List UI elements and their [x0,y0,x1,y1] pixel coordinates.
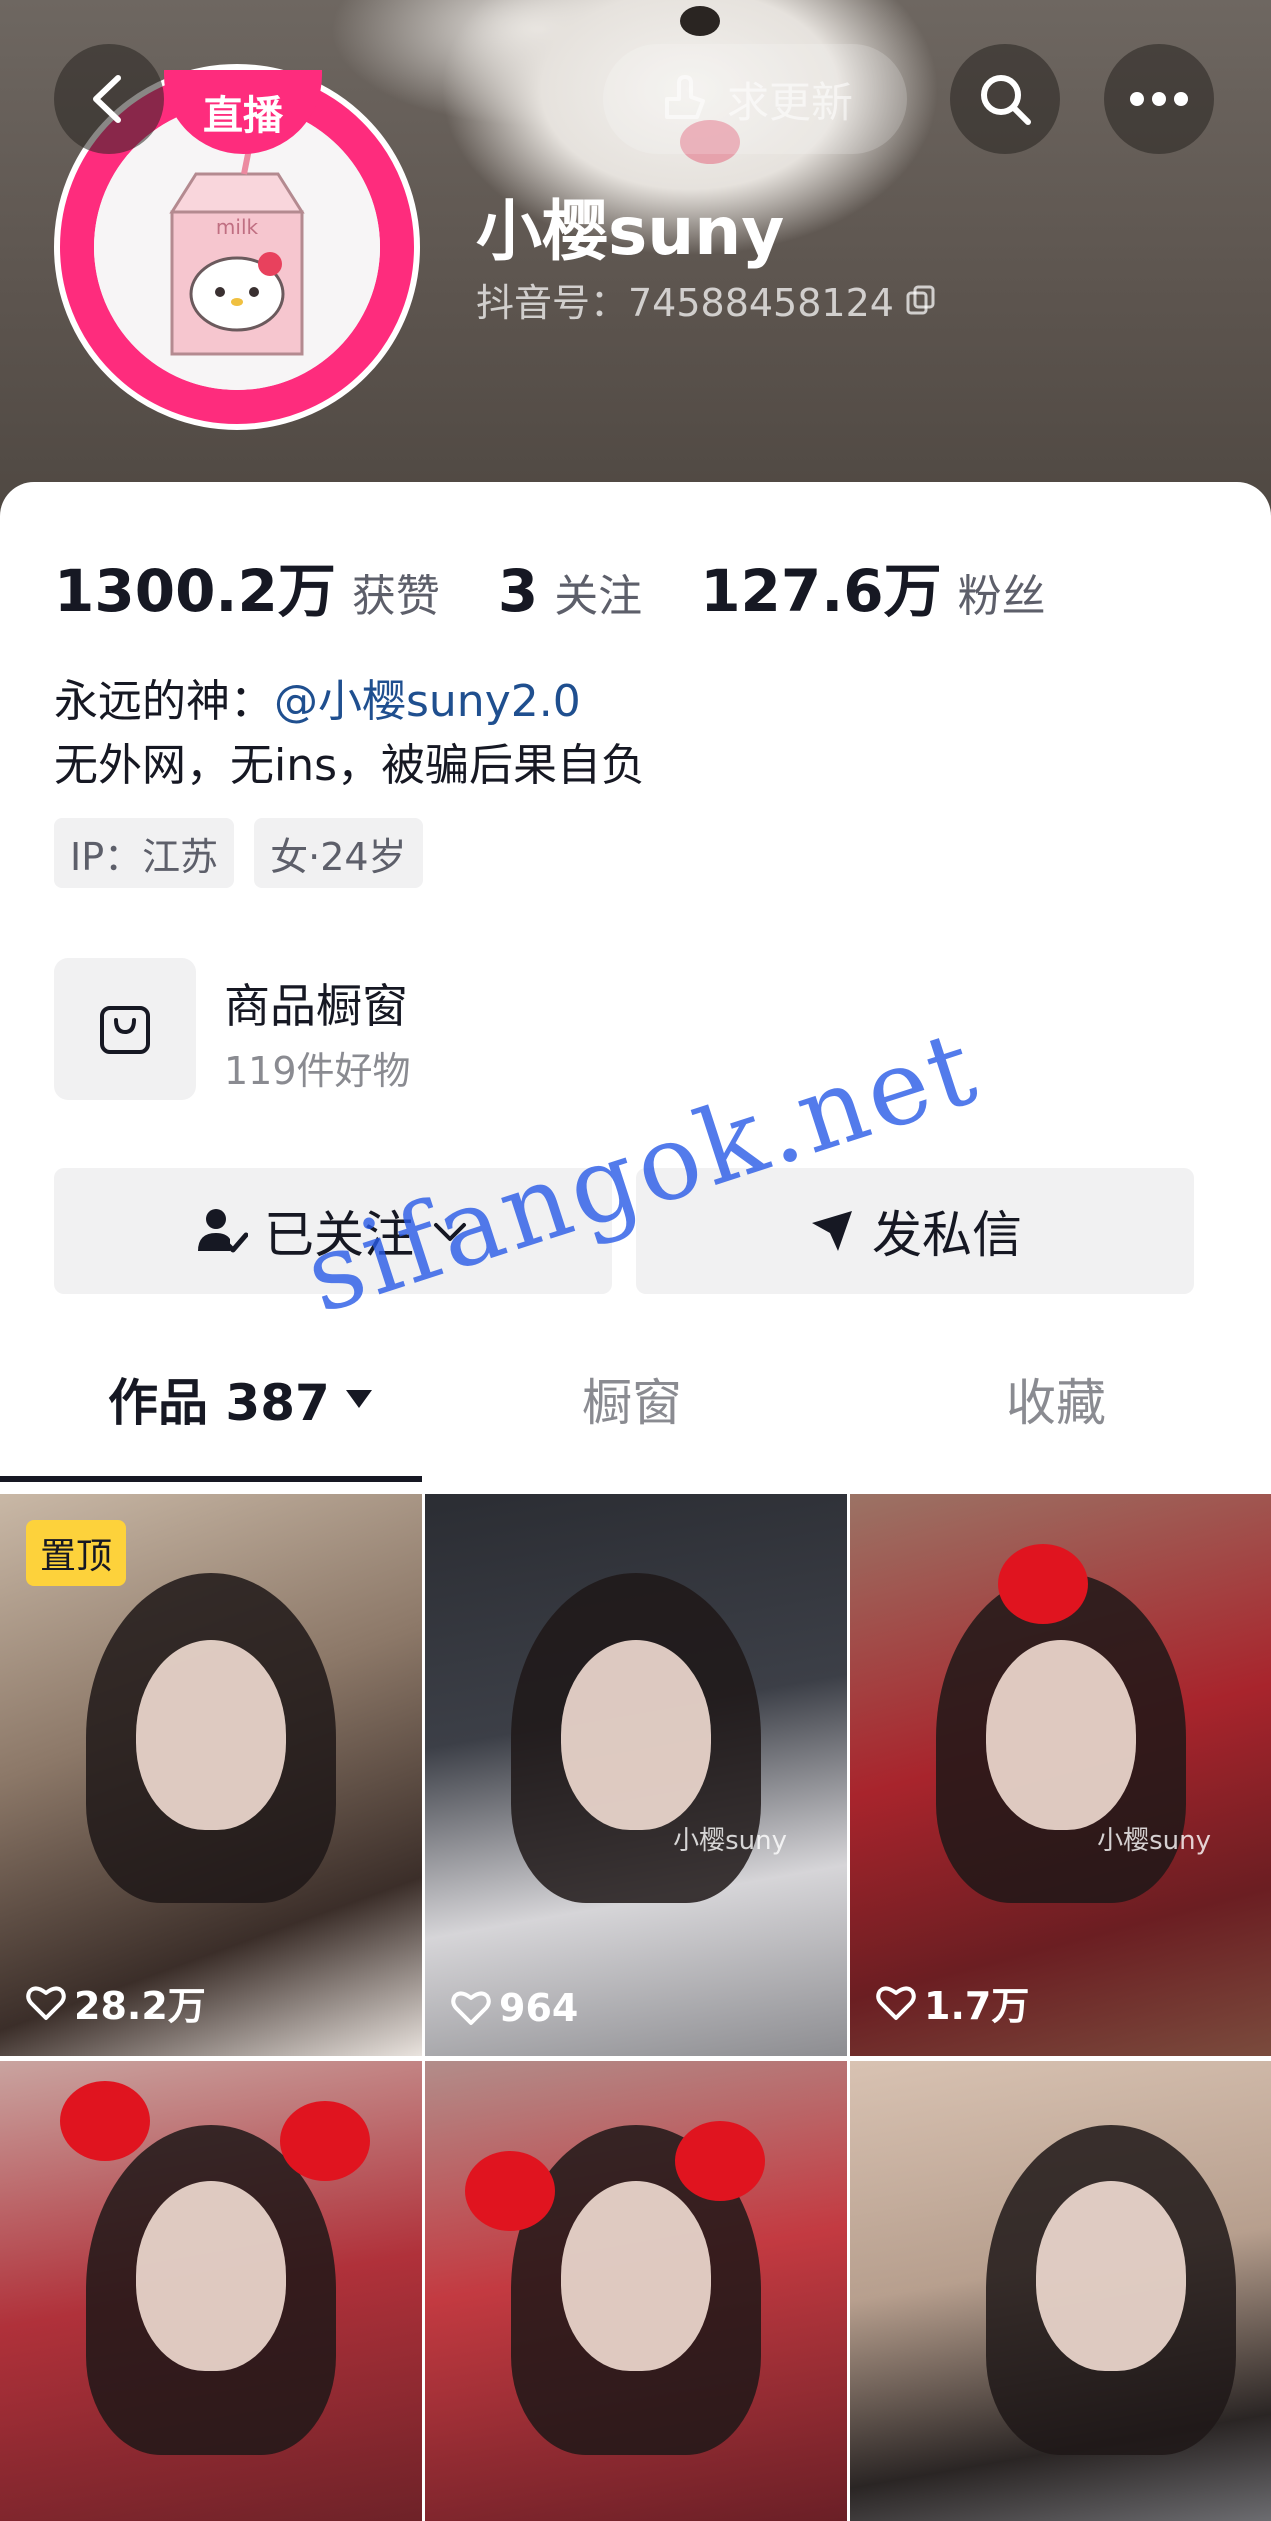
video-likes-count: 28.2万 [74,1984,206,2028]
video-tile[interactable]: 小樱suny 1.7万 [850,1494,1271,2056]
thumbnail-figure [675,2121,765,2201]
video-caption: 小樱suny [673,1825,787,1856]
stats-row: 1300.2万 获赞 3 关注 127.6万 粉丝 [54,544,1046,628]
heart-icon [26,1985,66,2020]
thumbnail-figure [280,2101,370,2181]
thumbnail-figure [561,2180,711,2371]
followers-label: 粉丝 [957,571,1046,622]
video-tile[interactable]: 小樱suny 964 [425,1494,847,2056]
thumbnail-figure [136,2180,286,2371]
chevron-left-icon [93,75,121,123]
likes-count[interactable]: 1300.2万 [54,544,336,628]
request-update-button[interactable]: 求更新 [603,44,907,154]
shop-window-count: 119件好物 [224,1049,411,1093]
video-tile[interactable] [425,2061,847,2521]
douyin-id: 抖音号：74588458124 [476,272,938,327]
following-count[interactable]: 3 [498,557,538,625]
tab-works-label: 作品 387 [108,1374,330,1432]
banner-photo-detail [680,6,720,36]
user-check-icon [198,1209,248,1253]
profile-tags: IP：江苏 女·24岁 [54,818,423,888]
thumbnail-figure [561,1640,711,1831]
caret-down-icon [345,1390,372,1408]
tab-works[interactable]: 作品 387 [108,1344,376,1454]
send-icon [812,1211,852,1251]
video-tile[interactable] [850,2061,1271,2521]
video-tile[interactable]: 置顶 28.2万 [0,1494,422,2056]
video-tile[interactable] [0,2061,422,2521]
search-button[interactable] [950,44,1060,154]
followers-count[interactable]: 127.6万 [700,544,941,628]
thumbnail-figure [136,1640,286,1831]
douyin-id-text: 抖音号：74588458124 [476,281,894,325]
profile-name: 小樱suny [476,193,785,270]
back-button[interactable] [54,44,164,154]
more-button[interactable] [1104,44,1214,154]
video-caption: 小樱suny [1097,1825,1211,1856]
bio: 永远的神：@小樱suny2.0 无外网，无ins，被骗后果自负 [54,670,645,798]
following-label: 关注 [554,571,643,622]
video-likes-count: 964 [499,1986,579,2030]
heart-icon [876,1985,916,2020]
tab-shop-window[interactable]: 橱窗 [582,1344,682,1454]
tab-favorites[interactable]: 收藏 [1006,1344,1106,1454]
video-likes-count: 1.7万 [924,1984,1030,2028]
profile-page: milk 直播 求更新 小樱suny 抖音号：74588458124 1300.… [0,0,1271,2521]
video-grid: 置顶 28.2万 小樱suny 964 小樱suny 1.7万 [0,1494,1271,2521]
likes-label: 获赞 [351,571,440,622]
bio-line-1: 永远的神： [54,676,274,727]
thumbnail-figure [985,1640,1136,1831]
request-update-label: 求更新 [726,77,853,127]
mention-link[interactable]: @小樱suny2.0 [274,676,581,727]
gender-age-tag: 女·24岁 [254,818,423,888]
shopping-bag-icon [100,1006,150,1054]
copy-icon[interactable] [904,283,938,317]
heart-icon [451,1991,491,2025]
pinned-badge: 置顶 [26,1520,127,1586]
ip-location-tag: IP：江苏 [54,818,235,888]
thumbnail-figure [60,2081,150,2161]
search-icon [981,75,1031,125]
thumbnail-figure [1036,2180,1187,2371]
thumbnail-figure [998,1544,1088,1624]
svg-text:milk: milk [216,215,259,239]
profile-tabs: 作品 387 橱窗 收藏 [0,1344,1271,1454]
video-likes: 28.2万 [26,1975,206,2030]
active-tab-indicator [0,1476,422,1482]
bio-line-2: 无外网，无ins，被骗后果自负 [54,740,646,791]
more-dots-icon [1130,92,1188,106]
hand-wave-icon [664,75,705,119]
video-likes: 964 [451,1986,578,2030]
shop-window-title[interactable]: 商品橱窗 [224,970,408,1036]
send-message-label: 发私信 [872,1206,1022,1264]
shop-window-entry[interactable] [54,958,196,1100]
thumbnail-figure [465,2151,555,2231]
video-likes: 1.7万 [876,1975,1029,2030]
